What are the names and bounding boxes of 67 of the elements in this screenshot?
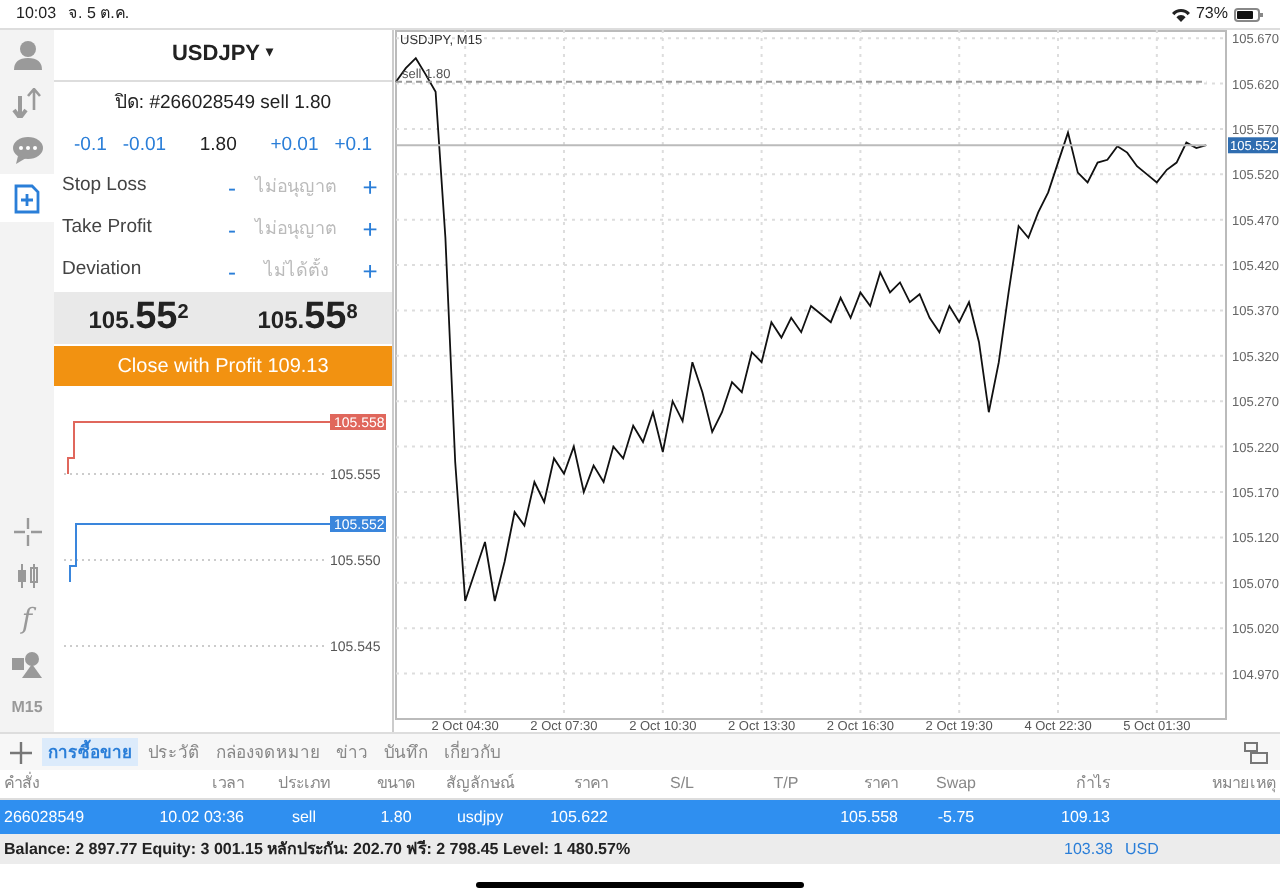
increase-button[interactable]: + [356,167,384,207]
column-header[interactable]: กำไร [1014,772,1110,796]
date: จ. 5 ต.ค. [68,2,130,26]
column-header[interactable]: เวลา [140,772,244,796]
volume-step-button[interactable]: -0.1 [66,131,115,161]
column-header[interactable]: ขนาด [364,772,428,796]
volume-step-button[interactable]: +0.01 [262,131,327,161]
tab[interactable]: การซื้อขาย [42,737,138,767]
quote-price[interactable]: 105.55$^{8}$ [257,289,358,347]
table-cell-text: 105.622 [548,805,608,829]
shapes-icon[interactable] [12,650,42,678]
column-header[interactable]: Swap [898,772,1014,796]
decrease-button[interactable]: - [218,169,246,205]
candlestick-icon[interactable] [13,562,41,590]
column-header[interactable]: S/L [608,772,756,796]
input-field[interactable]: ไม่อนุญาต [246,173,346,201]
tab[interactable]: ข่าว [330,737,374,767]
layout-icon[interactable] [1244,741,1268,763]
tab[interactable]: ประวัติ [142,737,206,767]
table-cell-text: usdjpy [454,805,506,829]
new-document-icon[interactable] [14,183,40,213]
position-row[interactable]: 266028549 10.02 03:36 sell 1.80 usdjpy 105.622 105.558 -5.75 109.13 [0,800,1280,834]
volume-step-button[interactable]: +0.1 [326,131,380,161]
order-close-label: ปิด: #266028549 sell 1.80 [114,89,332,118]
close-button[interactable]: Close with Profit 109.13 [54,346,392,386]
chat-icon[interactable] [11,136,43,164]
tab[interactable]: เกี่ยวกับ [438,737,506,767]
field-label: Stop Loss [62,172,149,201]
quote-price[interactable]: 105.55$^{2}$ [88,289,189,347]
tab[interactable]: กล่องจดหมาย [210,737,326,767]
column-header[interactable]: หมายเหตุ [1110,772,1276,796]
crosshair-icon[interactable] [13,518,41,546]
add-icon[interactable] [10,741,32,763]
account-icon[interactable] [11,39,43,69]
table-cell-text: 1.80 [378,805,414,829]
volume-value: 1.80 [197,131,239,160]
table-cell-text: 266028549 [4,805,87,829]
table-cell-text: -5.75 [935,805,977,829]
table-cell-text: 109.13 [1059,805,1110,829]
arrows-icon[interactable] [11,87,43,117]
function-button[interactable]: f [21,600,33,640]
column-header[interactable]: ประเภท [244,772,364,796]
decrease-button[interactable]: - [218,253,246,289]
wifi-icon [1171,7,1190,21]
currency: USD [1124,837,1159,861]
clock: 10:03 [16,2,57,26]
timeframe-button[interactable]: M15 [11,688,43,728]
table-cell-text: 10.02 03:36 [157,805,244,829]
table-cell-text: sell [289,805,318,829]
battery-percent: 73% [1195,2,1228,26]
decrease-button[interactable]: - [218,211,246,247]
volume-step-button[interactable]: -0.01 [114,131,175,161]
column-header[interactable]: คำสั่ง [4,772,140,796]
column-header[interactable]: ราคา [816,772,898,796]
account-summary: Balance: 2 897.77 Equity: 3 001.15 หลักประกัน: 202.70 ฟรี: 2 798.45 Level: 1 480.57% [4,837,633,861]
column-header[interactable]: T/P [756,772,816,796]
field-label: Take Profit [62,214,154,243]
input-field[interactable]: ไม่อนุญาต [246,215,346,243]
column-header[interactable]: ราคา [532,772,608,796]
table-cell-text: 105.558 [838,805,898,829]
column-header[interactable]: สัญลักษณ์ [428,772,532,796]
total-profit: 103.38 [1064,837,1113,861]
increase-button[interactable]: + [356,209,384,249]
increase-button[interactable]: + [356,251,384,291]
tab[interactable]: บันทึก [378,737,434,767]
battery-icon [1234,7,1264,21]
field-label: Deviation [62,256,144,285]
